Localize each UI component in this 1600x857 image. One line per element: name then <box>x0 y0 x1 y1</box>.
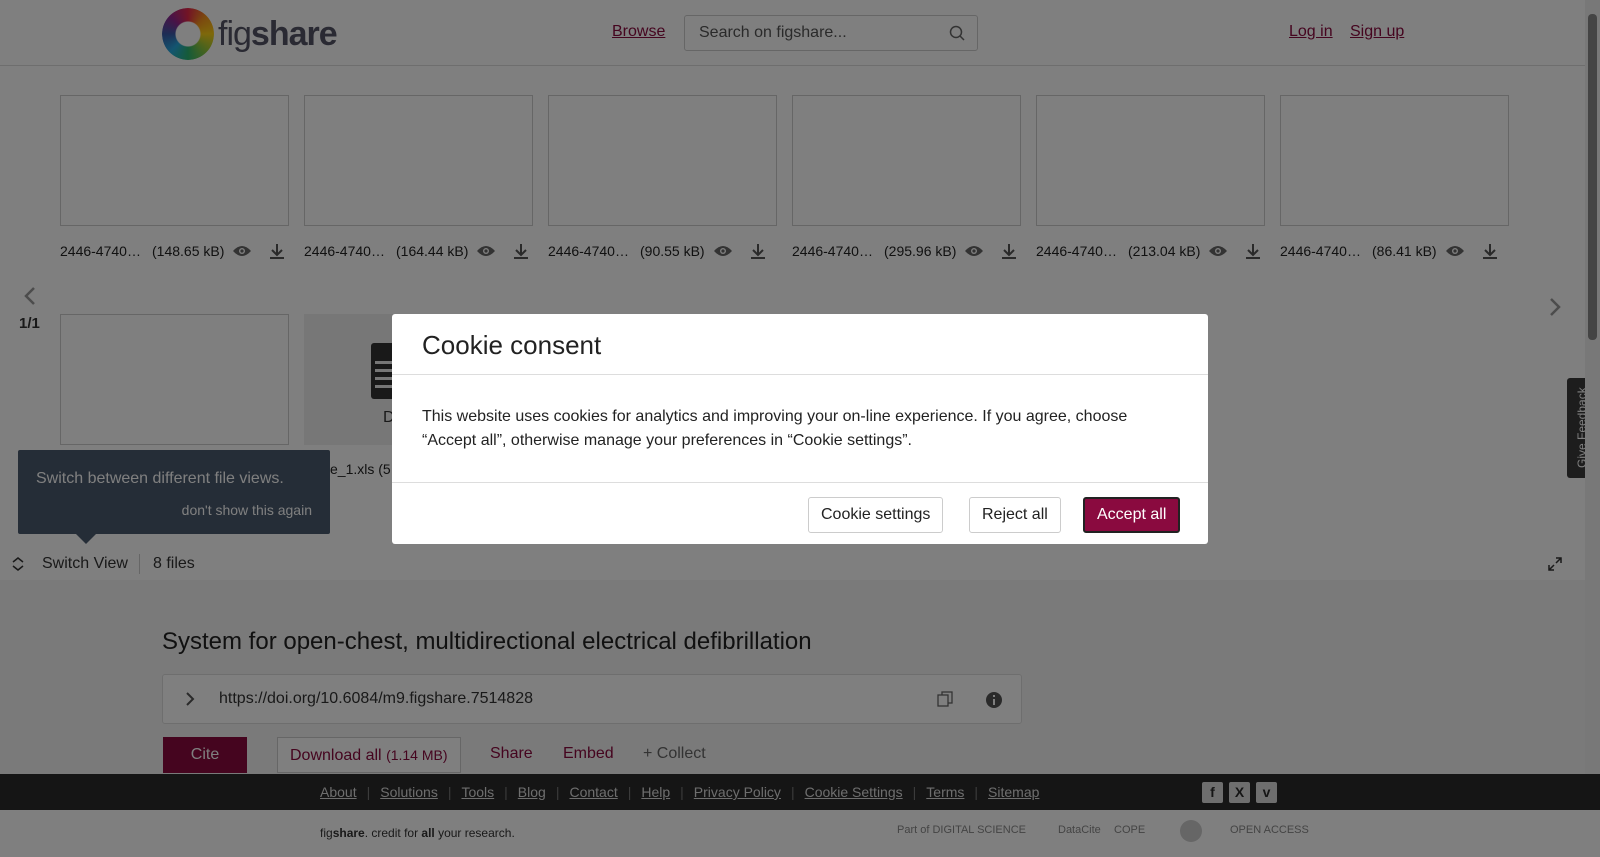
divider <box>392 374 1208 375</box>
divider <box>392 482 1208 483</box>
dialog-body: This website uses cookies for analytics … <box>422 408 1128 449</box>
reject-all-button[interactable]: Reject all <box>969 497 1061 533</box>
dialog-title: Cookie consent <box>422 330 602 360</box>
accept-all-button[interactable]: Accept all <box>1083 497 1181 533</box>
cookie-consent-dialog: Cookie consent This website uses cookies… <box>392 314 1208 544</box>
cookie-settings-button[interactable]: Cookie settings <box>808 497 944 533</box>
